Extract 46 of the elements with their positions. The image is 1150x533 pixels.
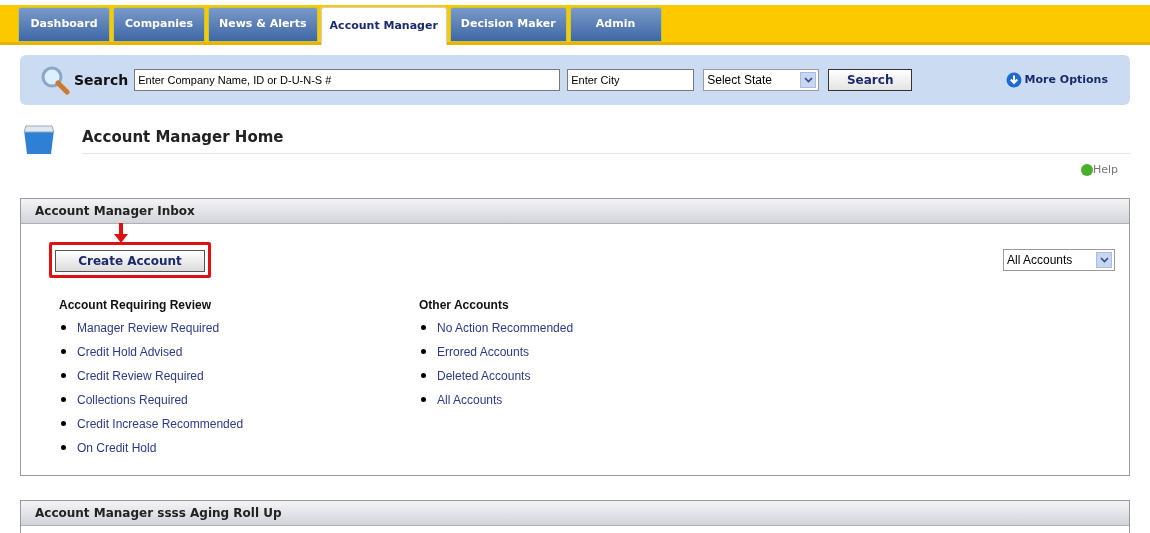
account-link[interactable]: Manager Review Required xyxy=(77,318,220,337)
account-filter-select[interactable]: All Accounts xyxy=(1003,248,1115,271)
company-search-field[interactable]: Enter Company Name, ID or D-U-N-S # xyxy=(134,69,561,91)
page-title: Account Manager Home xyxy=(82,127,284,146)
nav-tab[interactable]: Admin xyxy=(569,7,662,42)
bullet-icon xyxy=(421,397,426,402)
bullet-icon xyxy=(421,325,426,330)
inbox-tray-icon xyxy=(20,122,58,156)
dropdown-caret-icon xyxy=(800,72,817,88)
bullet-icon xyxy=(61,445,66,450)
account-link[interactable]: All Accounts xyxy=(437,390,503,409)
bullet-icon xyxy=(61,373,66,378)
bullet-icon xyxy=(421,373,426,378)
account-link[interactable]: Credit Hold Advised xyxy=(77,342,183,361)
search-label: Search xyxy=(74,70,129,90)
search-icon xyxy=(40,65,70,95)
city-field[interactable]: Enter City xyxy=(567,69,695,91)
nav-tab[interactable]: Companies xyxy=(113,7,205,42)
nav-tab[interactable]: Dashboard xyxy=(18,7,110,42)
account-link[interactable]: Credit Review Required xyxy=(77,366,204,385)
group-heading: Account Requiring Review xyxy=(59,296,213,314)
help-link[interactable]: Help xyxy=(1092,162,1118,179)
nav-tab[interactable]: Account Manager xyxy=(320,7,447,45)
account-link[interactable]: Collections Required xyxy=(77,390,188,409)
help-icon xyxy=(1080,164,1093,177)
bullet-icon xyxy=(61,325,66,330)
search-button[interactable]: Search xyxy=(828,69,913,91)
account-link[interactable]: Deleted Accounts xyxy=(437,366,531,385)
bullet-icon xyxy=(61,397,66,402)
nav-tab[interactable]: Decision Maker xyxy=(449,7,567,42)
panel-title: Account Manager ssss Aging Roll Up xyxy=(35,504,282,522)
group-heading: Other Accounts xyxy=(419,296,510,314)
more-options-link[interactable]: More Options xyxy=(1024,71,1108,89)
bullet-icon xyxy=(61,421,66,426)
create-account-button[interactable]: Create Account xyxy=(55,249,205,272)
account-link[interactable]: Credit Increase Recommended xyxy=(77,414,244,433)
state-select[interactable]: Select State xyxy=(703,69,820,91)
account-link[interactable]: On Credit Hold xyxy=(77,438,157,457)
arrow-down-circle-icon xyxy=(1005,72,1022,88)
panel-title: Account Manager Inbox xyxy=(35,202,195,220)
account-link[interactable]: No Action Recommended xyxy=(437,318,574,337)
dropdown-caret-icon xyxy=(1096,251,1112,268)
account-link[interactable]: Errored Accounts xyxy=(437,342,530,361)
bullet-icon xyxy=(421,349,426,354)
bullet-icon xyxy=(61,349,66,354)
nav-tab[interactable]: News & Alerts xyxy=(208,7,318,42)
